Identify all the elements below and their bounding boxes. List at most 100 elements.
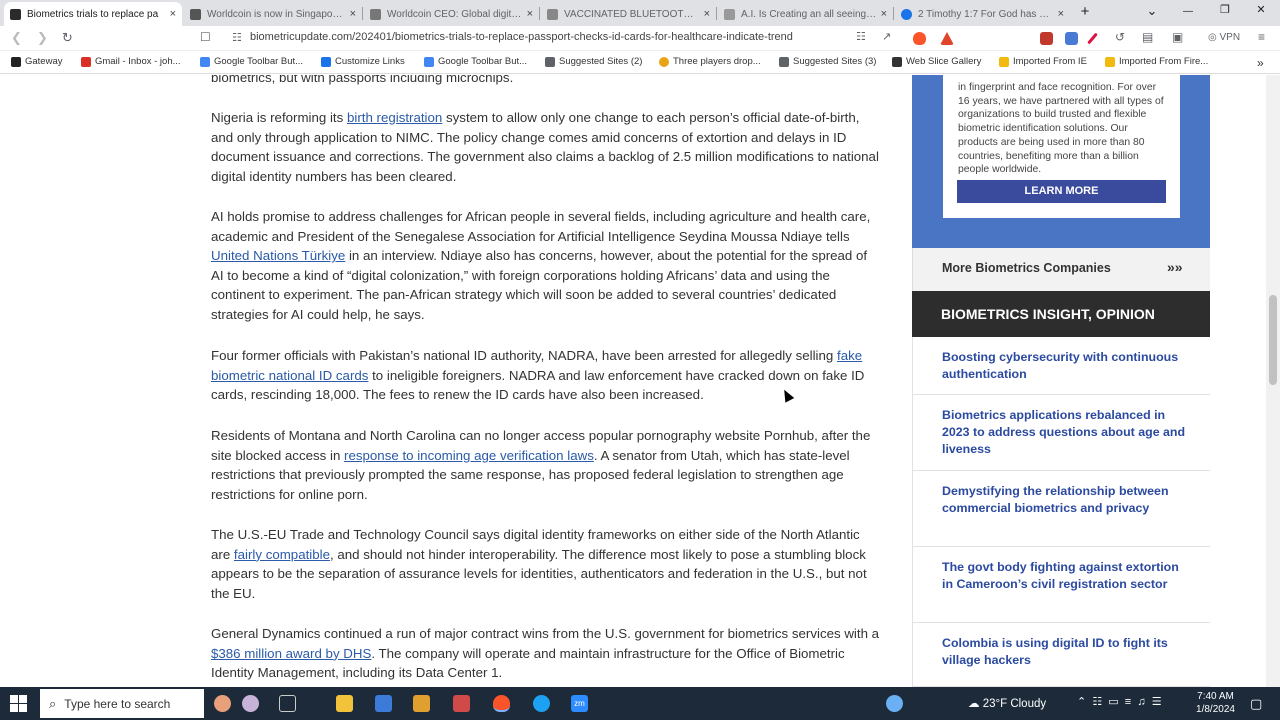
tab-worldcoin-singapore[interactable]: Worldcoin is now in Singapore as ×: [184, 2, 362, 26]
insight-item[interactable]: Demystifying the relationship between co…: [912, 471, 1210, 547]
task-view-icon[interactable]: [279, 695, 296, 712]
wallet-icon[interactable]: ▣: [1172, 30, 1183, 44]
tab-close-icon[interactable]: ×: [881, 8, 887, 20]
more-biometrics-companies-link[interactable]: More Biometrics Companies »»: [912, 248, 1210, 291]
media-icon[interactable]: [413, 695, 430, 712]
bookmarks-bar: Gateway Gmail - Inbox - joh... Google To…: [0, 52, 1280, 74]
bookmark-gmail[interactable]: Gmail - Inbox - joh...: [81, 56, 181, 67]
news-icon: [659, 56, 669, 67]
avatar-icon-2[interactable]: [242, 695, 259, 712]
insight-item-link[interactable]: Biometrics applications rebalanced in 20…: [942, 407, 1192, 457]
system-tray[interactable]: ⌃ ☷ ▭ ≡ ♫ ☰: [1077, 695, 1162, 708]
back-arrow-icon[interactable]: ❮: [11, 30, 22, 46]
tab-close-icon[interactable]: ×: [527, 8, 533, 20]
calendar-extension-icon[interactable]: [1040, 32, 1053, 45]
insight-item-link[interactable]: Colombia is using digital ID to fight it…: [942, 635, 1192, 669]
learn-more-button[interactable]: LEARN MORE: [957, 180, 1166, 203]
tab-biometrics-trials[interactable]: Biometrics trials to replace pa ×: [4, 2, 182, 26]
tab-worldcoin-ceo[interactable]: Worldcoin CEO: Global digital cur ×: [364, 2, 539, 26]
site-favicon: [901, 8, 912, 20]
insight-item-link[interactable]: Boosting cybersecurity with continuous a…: [942, 349, 1192, 383]
minimize-button[interactable]: —: [1176, 6, 1200, 17]
bookmark-google-toolbar-1[interactable]: Google Toolbar But...: [200, 56, 303, 67]
page-scrollbar[interactable]: [1266, 75, 1280, 687]
translate-extension-icon[interactable]: [1065, 32, 1078, 45]
tab-separator: [893, 7, 894, 20]
article-link[interactable]: response to incoming age verification la…: [344, 448, 594, 463]
bookmark-suggested-sites-2[interactable]: Suggested Sites (2): [545, 56, 642, 67]
weather-widget[interactable]: ☁ 23°F Cloudy: [968, 696, 1046, 710]
bookmark-google-toolbar-2[interactable]: Google Toolbar But...: [424, 56, 527, 67]
avatar-icon[interactable]: [214, 695, 231, 712]
article-link[interactable]: birth registration: [347, 110, 442, 125]
windows-icon: [321, 56, 331, 67]
tab-vaccinated-bluetooth[interactable]: VACCINATED BLUETOOTH ENABLE ×: [541, 2, 716, 26]
insight-item-link[interactable]: Demystifying the relationship between co…: [942, 483, 1192, 517]
bookmark-gateway[interactable]: Gateway: [11, 56, 63, 67]
reader-icon[interactable]: ☷: [856, 30, 866, 43]
site-favicon: [547, 8, 558, 20]
vpn-button[interactable]: ◎ VPN: [1208, 32, 1240, 43]
taskbar-search-box[interactable]: ⌕ Type here to search: [40, 689, 204, 718]
windows-start-icon[interactable]: [10, 695, 27, 712]
site-settings-icon[interactable]: ☷: [232, 31, 242, 44]
tab-close-icon[interactable]: ×: [704, 8, 710, 20]
article-link[interactable]: fairly compatible: [234, 547, 330, 562]
bookmark-web-slice-gallery[interactable]: Web Slice Gallery: [892, 56, 981, 67]
more-bookmarks-icon[interactable]: »: [1257, 56, 1264, 70]
edge-browser-icon[interactable]: [533, 695, 550, 712]
site-favicon: [190, 8, 201, 20]
reload-icon[interactable]: ↻: [62, 30, 73, 46]
insight-item-link[interactable]: The govt body fighting against extortion…: [942, 559, 1192, 593]
article-text: AI holds promise to address challenges f…: [211, 209, 871, 244]
store-icon[interactable]: [375, 695, 392, 712]
brave-shield-icon[interactable]: [913, 32, 926, 45]
share-icon[interactable]: ↗: [882, 30, 891, 43]
bookmark-customize-links[interactable]: Customize Links: [321, 56, 405, 67]
close-window-button[interactable]: ✕: [1249, 3, 1273, 16]
pen-extension-icon[interactable]: [1087, 32, 1098, 45]
bookmark-imported-from-ie[interactable]: Imported From IE: [999, 56, 1087, 67]
restore-button[interactable]: ❐: [1213, 3, 1237, 16]
tab-close-icon[interactable]: ×: [350, 8, 356, 20]
insight-item[interactable]: Colombia is using digital ID to fight it…: [912, 623, 1210, 687]
history-icon[interactable]: ↺: [1115, 30, 1125, 44]
tab-2-timothy[interactable]: 2 Timothy 1:7 For God has not giv ×: [895, 2, 1070, 26]
browser-tab-bar: Biometrics trials to replace pa × Worldc…: [0, 0, 1280, 26]
article-text: General Dynamics continued a run of majo…: [211, 626, 880, 641]
app-icon[interactable]: [453, 695, 470, 712]
tab-close-icon[interactable]: ×: [1058, 8, 1064, 20]
menu-icon[interactable]: ≡: [1258, 30, 1265, 44]
article-link[interactable]: $386 million award by DHS: [211, 646, 371, 661]
notifications-icon[interactable]: ▢: [1250, 696, 1262, 712]
zoom-app-icon[interactable]: zm: [571, 695, 588, 712]
insight-item[interactable]: Boosting cybersecurity with continuous a…: [912, 337, 1210, 395]
bookmark-suggested-sites-3[interactable]: Suggested Sites (3): [779, 56, 876, 67]
help-icon[interactable]: [886, 695, 903, 712]
sidebar-icon[interactable]: ▤: [1142, 30, 1153, 44]
scrollbar-thumb[interactable]: [1269, 295, 1277, 385]
article-link[interactable]: United Nations Türkiye: [211, 248, 345, 263]
tab-search-dropdown-icon[interactable]: ⌄: [1140, 3, 1164, 19]
tab-title: Worldcoin CEO: Global digital cur: [387, 8, 523, 20]
bookmark-imported-from-firefox[interactable]: Imported From Fire...: [1105, 56, 1208, 67]
forward-arrow-icon[interactable]: ❯: [37, 30, 48, 46]
brave-browser-icon[interactable]: [493, 695, 510, 712]
tab-close-icon[interactable]: ×: [170, 8, 176, 20]
brave-rewards-icon[interactable]: [940, 32, 954, 45]
bookmark-label: Customize Links: [335, 56, 405, 67]
article-paragraph: AI holds promise to address challenges f…: [211, 207, 881, 325]
tab-separator: [539, 7, 540, 20]
file-explorer-icon[interactable]: [336, 695, 353, 712]
bookmark-label: Three players drop...: [673, 56, 761, 67]
bookmark-three-players[interactable]: Three players drop...: [659, 56, 761, 67]
bookmark-icon[interactable]: ☐: [200, 30, 211, 44]
address-bar[interactable]: biometricupdate.com/202401/biometrics-tr…: [250, 31, 793, 43]
insight-item[interactable]: Biometrics applications rebalanced in 20…: [912, 395, 1210, 471]
search-icon: ⌕: [49, 695, 57, 711]
tab-ai-all-seeing[interactable]: A.I. Is Creating an all seeing all kn ×: [718, 2, 893, 26]
insight-item[interactable]: The govt body fighting against extortion…: [912, 547, 1210, 623]
bookmark-label: Google Toolbar But...: [438, 56, 528, 67]
taskbar-clock[interactable]: 7:40 AM 1/8/2024: [1193, 690, 1238, 716]
new-tab-button[interactable]: +: [1073, 3, 1097, 20]
